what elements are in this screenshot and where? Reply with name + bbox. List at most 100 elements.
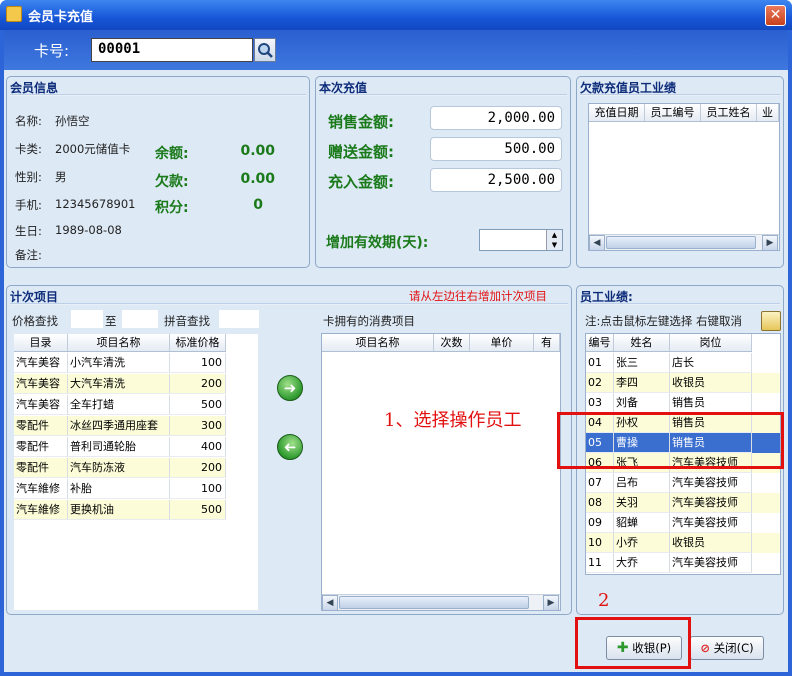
member-cardtype-label: 卡类: <box>15 142 42 156</box>
gift-amount-input[interactable]: 500.00 <box>430 137 562 161</box>
col-header[interactable]: 项目名称 <box>68 334 170 351</box>
col-header[interactable]: 项目名称 <box>322 334 434 351</box>
item-cell: 500 <box>170 500 226 520</box>
item-row[interactable]: 汽车美容 全车打蜡 500 <box>14 395 226 415</box>
spin-up-button[interactable]: ▲ <box>546 230 562 240</box>
items-grid[interactable]: 目录 项目名称 标准价格 汽车美容 小汽车清洗 100 汽车美容 大汽车清洗 200 汽车美… <box>13 333 259 611</box>
recharge-panel: 本次充值 销售金额: 2,000.00 赠送金额: 500.00 充入金额: 2… <box>315 76 571 268</box>
member-phone-label: 手机: <box>15 198 42 212</box>
owned-grid-hscroll[interactable]: ◀ ▶ <box>322 594 560 611</box>
col-header[interactable]: 员工姓名 <box>701 104 757 121</box>
balance-value: 0.00 <box>240 143 275 159</box>
debt-grid-hscroll[interactable]: ◀ ▶ <box>589 234 779 251</box>
window-close-button[interactable]: ✕ <box>765 5 786 26</box>
col-header[interactable]: 员工编号 <box>645 104 701 121</box>
scroll-left-button[interactable]: ◀ <box>589 235 605 251</box>
item-row[interactable]: 零配件 汽车防冻液 200 <box>14 458 226 478</box>
validity-spinner[interactable]: ▲ ▼ <box>479 229 563 251</box>
owned-items-title: 卡拥有的消费项目 <box>323 314 415 328</box>
title-bar[interactable]: 会员卡充值 ✕ <box>0 0 792 30</box>
col-header[interactable]: 有 <box>534 334 560 351</box>
close-button[interactable]: ⊘ 关闭(C) <box>690 636 764 660</box>
price-search-label: 价格查找 <box>12 314 58 328</box>
debt-staff-grid[interactable]: 充值日期 员工编号 员工姓名 业 ◀ ▶ <box>588 103 780 251</box>
item-cell: 300 <box>170 416 226 436</box>
col-header[interactable]: 姓名 <box>614 334 670 351</box>
col-header[interactable]: 目录 <box>14 334 68 351</box>
col-header[interactable]: 充值日期 <box>589 104 645 121</box>
scroll-thumb[interactable] <box>606 236 756 249</box>
item-row[interactable]: 零配件 普利司通轮胎 400 <box>14 437 226 457</box>
scroll-left-button[interactable]: ◀ <box>322 595 338 611</box>
pinyin-search-input[interactable] <box>219 310 259 328</box>
item-row[interactable]: 零配件 冰丝四季通用座套 300 <box>14 416 226 436</box>
col-header[interactable]: 标准价格 <box>170 334 226 351</box>
staff-cell: 02 <box>586 373 614 393</box>
item-row[interactable]: 汽车美容 大汽车清洗 200 <box>14 374 226 394</box>
staff-row[interactable]: 11 大乔 汽车美容技师 <box>586 553 780 573</box>
col-header[interactable]: 业 <box>757 104 779 121</box>
price-min-input[interactable] <box>71 310 103 328</box>
debt-value: 0.00 <box>240 171 275 187</box>
member-phone-value: 12345678901 <box>55 197 136 211</box>
close-label: 关闭(C) <box>713 641 754 655</box>
item-row[interactable]: 汽车維修 补胎 100 <box>14 479 226 499</box>
staff-row[interactable]: 09 貂蝉 汽车美容技师 <box>586 513 780 533</box>
item-cell: 小汽车清洗 <box>68 353 170 373</box>
item-cell: 补胎 <box>68 479 170 499</box>
charge-amount-input[interactable]: 2,500.00 <box>430 168 562 192</box>
card-search-button[interactable] <box>254 38 276 62</box>
staff-row[interactable]: 07 吕布 汽车美容技师 <box>586 473 780 493</box>
staff-cell: 10 <box>586 533 614 553</box>
price-to-label: 至 <box>105 314 117 328</box>
annotation-box-staff <box>557 412 784 469</box>
item-cell: 400 <box>170 437 226 457</box>
col-header[interactable]: 岗位 <box>670 334 752 351</box>
card-bar: 卡号: 00001 <box>4 30 788 70</box>
staff-clear-icon[interactable] <box>761 311 781 331</box>
member-gender-value: 男 <box>55 170 67 184</box>
item-row[interactable]: 汽车美容 小汽车清洗 100 <box>14 353 226 373</box>
staff-cell: 09 <box>586 513 614 533</box>
points-label: 积分: <box>155 200 189 216</box>
sale-amount-input[interactable]: 2,000.00 <box>430 106 562 130</box>
price-max-input[interactable] <box>122 310 158 328</box>
staff-row[interactable]: 08 关羽 汽车美容技师 <box>586 493 780 513</box>
card-number-input[interactable]: 00001 <box>91 38 253 62</box>
staff-cell: 07 <box>586 473 614 493</box>
col-header[interactable]: 单价 <box>470 334 534 351</box>
staff-row[interactable]: 01 张三 店长 <box>586 353 780 373</box>
scroll-right-button[interactable]: ▶ <box>543 595 559 611</box>
panel-divider <box>319 94 567 96</box>
sale-amount-label: 销售金额: <box>328 113 394 131</box>
item-cell: 全车打蜡 <box>68 395 170 415</box>
item-cell: 更换机油 <box>68 500 170 520</box>
staff-row[interactable]: 02 李四 收银员 <box>586 373 780 393</box>
staff-cell: 大乔 <box>614 553 670 573</box>
spin-down-button[interactable]: ▼ <box>546 240 562 250</box>
staff-row[interactable]: 10 小乔 收银员 <box>586 533 780 553</box>
add-item-arrow-icon[interactable]: ➜ <box>277 375 303 401</box>
item-row[interactable]: 汽车維修 更换机油 500 <box>14 500 226 520</box>
debt-grid-header: 充值日期 员工编号 员工姓名 业 <box>589 104 779 122</box>
item-cell: 零配件 <box>14 416 68 436</box>
scroll-right-button[interactable]: ▶ <box>762 235 778 251</box>
staff-cell: 03 <box>586 393 614 413</box>
staff-cell: 店长 <box>670 353 752 373</box>
staff-cell: 小乔 <box>614 533 670 553</box>
remove-item-arrow-icon[interactable]: ➜ <box>277 434 303 460</box>
card-number-label: 卡号: <box>34 42 70 60</box>
magnifier-icon <box>258 43 273 58</box>
item-cell: 冰丝四季通用座套 <box>68 416 170 436</box>
col-header[interactable]: 编号 <box>586 334 614 351</box>
owned-items-grid[interactable]: 项目名称 次数 单价 有 ◀ ▶ <box>321 333 561 611</box>
item-cell: 汽车防冻液 <box>68 458 170 478</box>
window-title: 会员卡充值 <box>28 10 94 25</box>
col-header[interactable]: 次数 <box>434 334 470 351</box>
dialog-client: 卡号: 00001 会员信息 名称: 孙悟空 卡类: 2000元储值卡 性别: … <box>4 30 788 672</box>
panel-divider <box>580 303 780 305</box>
owned-grid-header: 项目名称 次数 单价 有 <box>322 334 560 352</box>
member-cardtype-value: 2000元储值卡 <box>55 142 131 156</box>
staff-row[interactable]: 03 刘备 销售员 <box>586 393 780 413</box>
scroll-thumb[interactable] <box>339 596 529 609</box>
